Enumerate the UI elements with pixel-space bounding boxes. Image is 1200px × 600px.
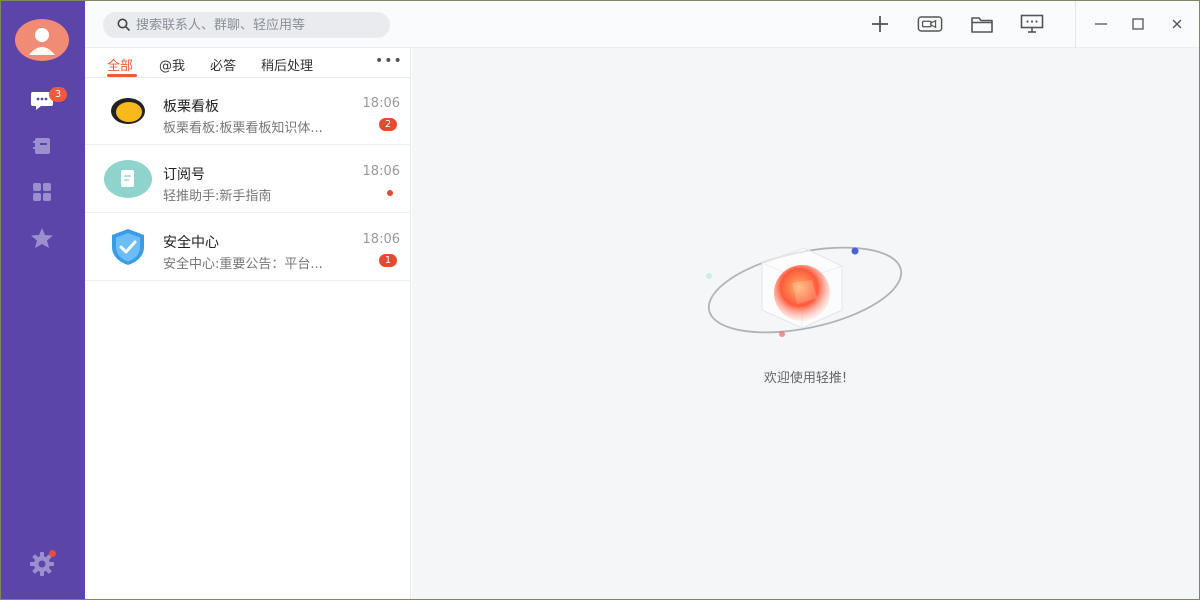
favorites-star-icon[interactable]: [29, 225, 55, 251]
add-plus-icon[interactable]: [867, 13, 893, 35]
tab-must-answer[interactable]: 必答: [210, 55, 236, 74]
search-icon: [117, 16, 130, 35]
unread-dot: [387, 190, 393, 196]
welcome-cube-illustration: [702, 238, 912, 352]
conversation-preview: 板栗看板:板栗看板知识体...: [163, 121, 323, 136]
conversation-name: 订阅号: [163, 167, 205, 183]
conversation-preview: 轻推助手:新手指南: [163, 189, 272, 204]
apps-grid-icon[interactable]: [29, 179, 55, 205]
banli-kanban-logo-icon: [103, 90, 153, 132]
close-icon[interactable]: [1164, 13, 1190, 35]
main-panel: 欢迎使用轻推!: [412, 48, 1199, 599]
conversation-time: 18:06: [362, 96, 400, 111]
video-call-icon[interactable]: [917, 13, 943, 35]
folder-icon[interactable]: [969, 13, 995, 35]
conversation-item-banli[interactable]: 板栗看板 板栗看板:板栗看板知识体... 18:06 2: [85, 78, 410, 145]
maximize-icon[interactable]: [1125, 13, 1151, 35]
contacts-book-icon[interactable]: [29, 133, 55, 159]
tab-all[interactable]: 全部: [107, 55, 133, 74]
conversation-list: 全部 @我 必答 稍后处理 ••• 板栗看板 板栗看板:板栗看板知识体... 1…: [85, 48, 411, 599]
conversation-name: 安全中心: [163, 235, 219, 251]
unread-count-badge: 2: [379, 118, 397, 131]
welcome-message: 欢迎使用轻推!: [763, 371, 848, 386]
conversation-item-security-center[interactable]: 安全中心 安全中心:重要公告：平台... 18:06 1: [85, 214, 410, 281]
active-tab-indicator: [107, 74, 137, 77]
search-input[interactable]: [136, 17, 376, 33]
presentation-screen-icon[interactable]: [1019, 13, 1045, 35]
nav-rail: 3: [1, 1, 85, 599]
conversation-time: 18:06: [362, 164, 400, 179]
tab-mentions[interactable]: @我: [159, 55, 185, 74]
toolbar-divider: [1075, 1, 1076, 48]
minimize-icon[interactable]: [1088, 13, 1114, 35]
filter-tabs: 全部 @我 必答 稍后处理 •••: [85, 48, 410, 78]
more-options-icon[interactable]: •••: [375, 53, 403, 69]
user-avatar[interactable]: [15, 19, 69, 61]
security-shield-icon: [103, 226, 153, 268]
settings-notice-dot: [49, 550, 56, 557]
app-window: 3 搜索联系人、群聊、轻应用等 全部 @我 必答 稍后处理 ••• 板栗看板 板…: [1, 1, 1199, 599]
chat-unread-badge: 3: [49, 87, 67, 102]
top-bar: [85, 1, 1199, 48]
conversation-item-subscriptions[interactable]: 订阅号 轻推助手:新手指南 18:06: [85, 146, 410, 213]
unread-count-badge: 1: [379, 254, 397, 267]
conversation-name: 板栗看板: [163, 99, 219, 115]
conversation-preview: 安全中心:重要公告：平台...: [163, 257, 323, 272]
search-box[interactable]: [103, 12, 390, 38]
conversation-time: 18:06: [362, 232, 400, 247]
subscription-document-icon: [103, 158, 153, 200]
tab-later[interactable]: 稍后处理: [261, 55, 313, 74]
